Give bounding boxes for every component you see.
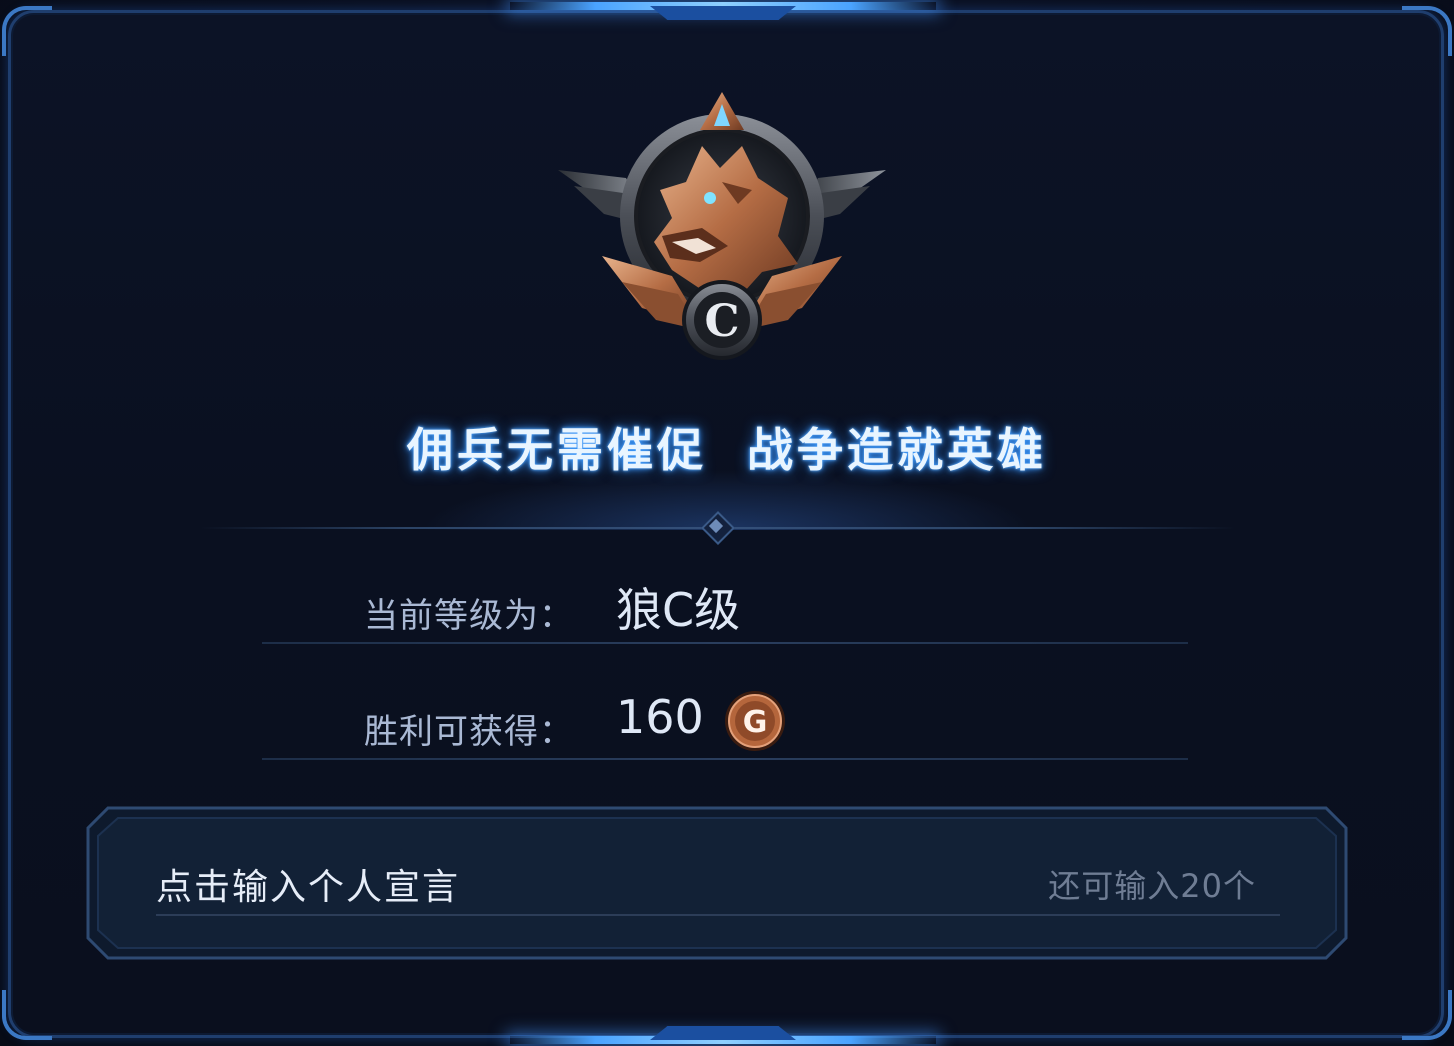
current-rank-underline [262, 642, 1188, 644]
current-rank-label: 当前等级为： [364, 596, 574, 636]
win-reward-value: 160 [616, 690, 704, 744]
current-rank-value: 狼C级 [616, 583, 741, 637]
rank-motto: 佣兵无需催促 战争造就英雄 [406, 423, 1048, 477]
coin-letter: G [743, 705, 768, 740]
declaration-input[interactable]: 点击输入个人宣言 [156, 858, 460, 910]
top-frame-notch [650, 6, 796, 20]
declaration-char-counter: 还可输入20个 [1048, 867, 1256, 905]
emblem-letter: C [704, 296, 739, 347]
frame-corner-top-right [1402, 6, 1452, 56]
gold-coin-icon: G [725, 691, 785, 751]
wolf-rank-emblem-icon: C [558, 92, 886, 360]
win-reward-underline [262, 758, 1188, 760]
declaration-input-underline [156, 914, 1280, 916]
frame-corner-bottom-left [2, 990, 52, 1040]
bottom-frame-notch [650, 1026, 796, 1040]
rank-dialog-stage: C 佣兵无需催促 战争造就英雄 当前等级为： 狼C级 胜利可获得： 160 G … [0, 0, 1454, 1046]
frame-corner-top-left [2, 6, 52, 56]
win-reward-label: 胜利可获得： [364, 712, 574, 752]
frame-corner-bottom-right [1402, 990, 1452, 1040]
